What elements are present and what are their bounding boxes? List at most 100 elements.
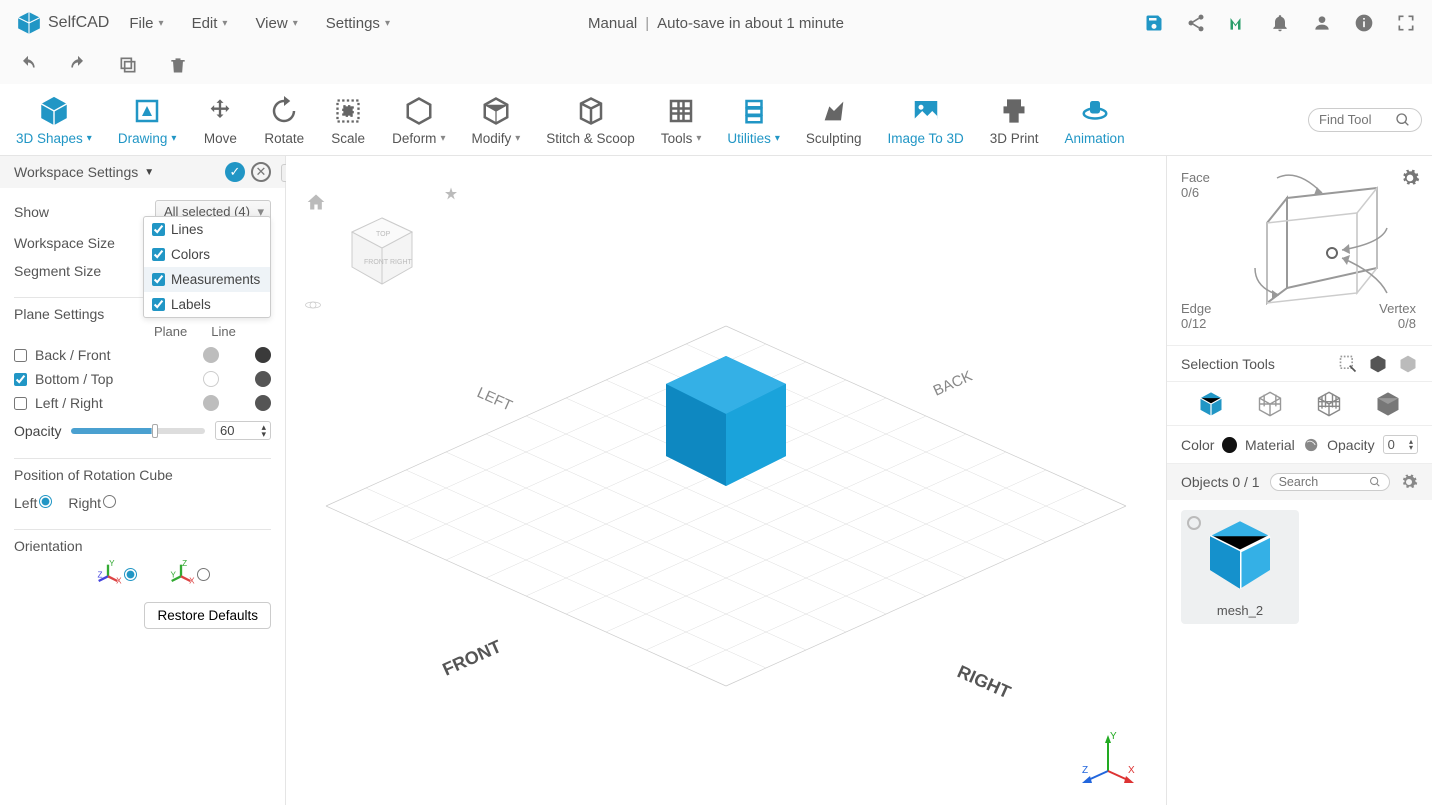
opacity-slider[interactable] [71, 428, 205, 434]
show-dropdown-menu: Lines Colors Measurements Labels [143, 216, 271, 318]
toolbar: 3D Shapes Drawing Move Rotate Scale Defo… [0, 84, 1432, 156]
tool-scale[interactable]: Scale [324, 91, 372, 148]
rotation-right[interactable]: Right [68, 495, 116, 511]
m-icon[interactable] [1228, 13, 1248, 33]
confirm-icon[interactable]: ✓ [225, 162, 245, 182]
select-circle[interactable] [1187, 516, 1201, 530]
copy-icon[interactable] [118, 55, 138, 75]
bell-icon[interactable] [1270, 13, 1290, 33]
share-icon[interactable] [1186, 13, 1206, 33]
object-item-mesh-2[interactable]: mesh_2 [1181, 510, 1299, 624]
svg-text:RIGHT: RIGHT [390, 259, 413, 266]
menu-settings[interactable]: Settings [326, 15, 390, 32]
header-actions [1144, 13, 1416, 33]
home-icon[interactable] [306, 192, 326, 212]
gear-icon[interactable] [1400, 473, 1418, 491]
material-icon[interactable] [1303, 436, 1319, 454]
close-icon[interactable]: ✕ [251, 162, 271, 182]
rotation-left[interactable]: Left [14, 495, 52, 511]
find-tool-input[interactable] [1319, 112, 1389, 127]
rotation-cube[interactable]: FRONTRIGHTTOP [342, 212, 422, 292]
menu-file[interactable]: File [129, 15, 163, 32]
menubar: SelfCAD File Edit View Settings Manual|A… [0, 0, 1432, 46]
tool-move[interactable]: Move [196, 91, 244, 148]
selection-tools-row: Selection Tools [1167, 346, 1432, 382]
svg-text:FRONT: FRONT [439, 636, 504, 679]
axis-gizmo: Y Z X [1080, 731, 1136, 787]
undo-icon[interactable] [18, 55, 38, 75]
svg-text:X: X [1128, 765, 1135, 776]
menu-edit[interactable]: Edit [192, 15, 228, 32]
workspace-settings-header[interactable]: Workspace Settings▼ ✓ ✕ [0, 156, 285, 188]
selection-cube[interactable]: Face0/6 Edge0/12 Vertex0/8 [1167, 156, 1432, 346]
light-icon[interactable] [442, 186, 460, 204]
svg-text:Y: Y [171, 571, 177, 580]
show-option-labels[interactable]: Labels [144, 292, 270, 317]
redo-icon[interactable] [68, 55, 88, 75]
find-tool[interactable] [1308, 108, 1422, 132]
logo: SelfCAD [16, 10, 109, 36]
undo-bar [0, 46, 1432, 84]
svg-text:Z: Z [182, 560, 187, 568]
shaded-mode-icon[interactable] [1374, 390, 1402, 418]
orientation-zyx[interactable]: YZX [94, 560, 137, 588]
tool-deform[interactable]: Deform [386, 91, 451, 148]
tool-modify[interactable]: Modify [465, 91, 526, 148]
menu-items: File Edit View Settings [129, 15, 390, 32]
mesh-mode-icon[interactable] [1315, 390, 1343, 418]
search-icon [1369, 475, 1381, 489]
orbit-icon[interactable] [304, 296, 322, 314]
tool-utilities[interactable]: Utilities [721, 91, 786, 148]
svg-text:RIGHT: RIGHT [954, 661, 1013, 702]
tool-3d-shapes[interactable]: 3D Shapes [10, 91, 98, 148]
svg-text:X: X [116, 576, 122, 585]
plane-back-front[interactable]: Back / Front [14, 347, 271, 363]
tool-stitch[interactable]: Stitch & Scoop [540, 91, 641, 148]
object-search[interactable] [1270, 473, 1390, 491]
status-text: Manual|Auto-save in about 1 minute [588, 15, 844, 32]
tool-image-to-3d[interactable]: Image To 3D [881, 91, 969, 148]
svg-text:Y: Y [1110, 731, 1117, 742]
3d-viewport[interactable]: FRONTRIGHTTOP [286, 156, 1166, 805]
opacity-input[interactable]: 0▴▾ [1383, 435, 1418, 454]
cube-select-alt-icon[interactable] [1398, 354, 1418, 374]
orientation-yzx[interactable]: ZY X [167, 560, 210, 588]
solid-mode-icon[interactable] [1197, 390, 1225, 418]
show-option-lines[interactable]: Lines [144, 217, 270, 242]
svg-text:LEFT: LEFT [474, 384, 514, 414]
menu-view[interactable]: View [255, 15, 297, 32]
tool-sculpting[interactable]: Sculpting [800, 91, 868, 148]
tool-rotate[interactable]: Rotate [258, 91, 310, 148]
opacity-value[interactable]: 60▴▾ [215, 421, 271, 440]
save-icon[interactable] [1144, 13, 1164, 33]
marquee-select-icon[interactable] [1338, 354, 1358, 374]
show-option-colors[interactable]: Colors [144, 242, 270, 267]
color-swatch[interactable] [1222, 437, 1237, 453]
tool-drawing[interactable]: Drawing [112, 91, 183, 148]
brand-text: SelfCAD [48, 14, 109, 32]
delete-icon[interactable] [168, 55, 188, 75]
plane-left-right[interactable]: Left / Right [14, 395, 271, 411]
user-icon[interactable] [1312, 13, 1332, 33]
svg-text:BACK: BACK [931, 368, 975, 400]
objects-header: Objects 0 / 1 [1167, 464, 1432, 500]
object-name: mesh_2 [1181, 603, 1299, 618]
svg-text:Z: Z [98, 571, 103, 580]
orientation-title: Orientation [14, 529, 271, 554]
show-option-measurements[interactable]: Measurements [144, 267, 270, 292]
svg-text:X: X [189, 576, 195, 585]
tool-animation[interactable]: Animation [1059, 91, 1131, 148]
show-label: Show [14, 204, 155, 220]
cube-select-icon[interactable] [1368, 354, 1388, 374]
restore-defaults-button[interactable]: Restore Defaults [144, 602, 271, 629]
tool-3d-print[interactable]: 3D Print [984, 91, 1045, 148]
display-modes [1167, 382, 1432, 426]
fullscreen-icon[interactable] [1396, 13, 1416, 33]
object-search-input[interactable] [1279, 475, 1369, 489]
plane-header: PlaneLine [154, 324, 271, 339]
info-icon[interactable] [1354, 13, 1374, 33]
wire-mode-icon[interactable] [1256, 390, 1284, 418]
svg-text:FRONT: FRONT [364, 259, 389, 266]
tool-tools[interactable]: Tools [655, 91, 708, 148]
plane-bottom-top[interactable]: Bottom / Top [14, 371, 271, 387]
